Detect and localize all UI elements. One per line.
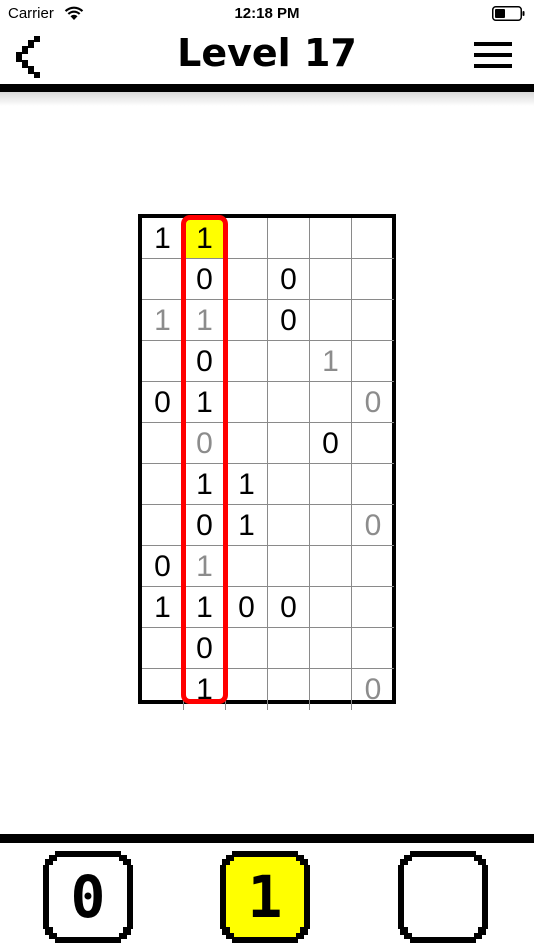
grid-cell-r10-c1[interactable]: 1 xyxy=(142,587,184,628)
grid-cell-r1-c5[interactable] xyxy=(310,218,352,259)
grid-cell-r1-c4[interactable] xyxy=(268,218,310,259)
grid-cell-r8-c1[interactable] xyxy=(142,505,184,546)
grid-cell-r7-c3[interactable]: 1 xyxy=(226,464,268,505)
grid-cell-r8-c6[interactable]: 0 xyxy=(352,505,394,546)
key-label: 0 xyxy=(70,863,106,931)
grid-cell-r9-c6[interactable] xyxy=(352,546,394,587)
status-bar: Carrier 12:18 PM xyxy=(0,0,534,28)
grid-cell-r12-c1[interactable] xyxy=(142,669,184,710)
grid-cell-r12-c4[interactable] xyxy=(268,669,310,710)
back-button[interactable] xyxy=(10,32,50,80)
grid-cell-r3-c2[interactable]: 1 xyxy=(184,300,226,341)
grid-cell-r4-c6[interactable] xyxy=(352,341,394,382)
grid-cell-r10-c2[interactable]: 1 xyxy=(184,587,226,628)
grid-cell-r8-c5[interactable] xyxy=(310,505,352,546)
grid-cell-r4-c3[interactable] xyxy=(226,341,268,382)
grid-cell-r5-c2[interactable]: 1 xyxy=(184,382,226,423)
grid-cell-r8-c2[interactable]: 0 xyxy=(184,505,226,546)
grid-cell-r8-c3[interactable]: 1 xyxy=(226,505,268,546)
grid-cell-r5-c3[interactable] xyxy=(226,382,268,423)
grid-cell-r9-c3[interactable] xyxy=(226,546,268,587)
grid-cell-r3-c6[interactable] xyxy=(352,300,394,341)
grid-cell-r2-c4[interactable]: 0 xyxy=(268,259,310,300)
grid-cell-r9-c5[interactable] xyxy=(310,546,352,587)
grid-cell-r5-c5[interactable] xyxy=(310,382,352,423)
grid-cell-r1-c6[interactable] xyxy=(352,218,394,259)
grid-cell-r10-c4[interactable]: 0 xyxy=(268,587,310,628)
grid-cell-r7-c4[interactable] xyxy=(268,464,310,505)
clock: 12:18 PM xyxy=(234,5,300,22)
grid-cell-r11-c6[interactable] xyxy=(352,628,394,669)
grid-cell-r11-c4[interactable] xyxy=(268,628,310,669)
grid-cell-r11-c1[interactable] xyxy=(142,628,184,669)
grid-cell-r7-c2[interactable]: 1 xyxy=(184,464,226,505)
grid-cell-r3-c3[interactable] xyxy=(226,300,268,341)
grid-cell-r10-c6[interactable] xyxy=(352,587,394,628)
grid-cell-r6-c3[interactable] xyxy=(226,423,268,464)
grid-cell-r3-c4[interactable]: 0 xyxy=(268,300,310,341)
keypad: 01 xyxy=(0,843,534,950)
grid-cell-r4-c5[interactable]: 1 xyxy=(310,341,352,382)
grid-cell-r2-c5[interactable] xyxy=(310,259,352,300)
level-title: Level 17 xyxy=(177,31,357,75)
grid-cell-r6-c4[interactable] xyxy=(268,423,310,464)
grid-cell-r5-c4[interactable] xyxy=(268,382,310,423)
battery-icon xyxy=(492,6,525,21)
grid-cell-r5-c1[interactable]: 0 xyxy=(142,382,184,423)
game-screen: Carrier 12:18 PM Level 17 1 1 0 0 1 1 0 … xyxy=(0,0,534,950)
grid-cell-r9-c1[interactable]: 0 xyxy=(142,546,184,587)
grid-cell-r2-c3[interactable] xyxy=(226,259,268,300)
grid-cell-r1-c2[interactable]: 1 xyxy=(184,218,226,259)
grid-cell-r12-c3[interactable] xyxy=(226,669,268,710)
header-divider xyxy=(0,84,534,92)
grid-cell-r2-c2[interactable]: 0 xyxy=(184,259,226,300)
key-label xyxy=(398,851,488,943)
key-one-button[interactable]: 1 xyxy=(220,851,310,943)
grid-cell-r3-c5[interactable] xyxy=(310,300,352,341)
grid-cell-r9-c2[interactable]: 1 xyxy=(184,546,226,587)
grid-cell-r6-c5[interactable]: 0 xyxy=(310,423,352,464)
grid-cell-r11-c3[interactable] xyxy=(226,628,268,669)
grid-cell-r4-c2[interactable]: 0 xyxy=(184,341,226,382)
grid-cell-r4-c1[interactable] xyxy=(142,341,184,382)
grid-cell-r12-c2[interactable]: 1 xyxy=(184,669,226,710)
grid-cell-r7-c1[interactable] xyxy=(142,464,184,505)
grid-cell-r6-c2[interactable]: 0 xyxy=(184,423,226,464)
header-shadow xyxy=(0,92,534,106)
footer-divider xyxy=(0,834,534,843)
grid-cell-r6-c6[interactable] xyxy=(352,423,394,464)
puzzle-grid: 1100110010100011010011100010 xyxy=(138,214,396,710)
grid-cell-r7-c5[interactable] xyxy=(310,464,352,505)
grid-cell-r1-c3[interactable] xyxy=(226,218,268,259)
hamburger-menu-icon xyxy=(474,42,512,68)
grid-cell-r5-c6[interactable]: 0 xyxy=(352,382,394,423)
key-label: 1 xyxy=(247,863,283,931)
grid-cell-r11-c2[interactable]: 0 xyxy=(184,628,226,669)
menu-button[interactable] xyxy=(474,42,512,70)
grid-cell-r3-c1[interactable]: 1 xyxy=(142,300,184,341)
back-chevron-icon xyxy=(16,36,40,78)
grid-cell-r7-c6[interactable] xyxy=(352,464,394,505)
grid-cell-r4-c4[interactable] xyxy=(268,341,310,382)
grid-cell-r9-c4[interactable] xyxy=(268,546,310,587)
key-blank-button[interactable] xyxy=(398,851,488,943)
grid-cell-r11-c5[interactable] xyxy=(310,628,352,669)
grid-cell-r10-c3[interactable]: 0 xyxy=(226,587,268,628)
grid-cell-r12-c6[interactable]: 0 xyxy=(352,669,394,710)
grid-cell-r2-c6[interactable] xyxy=(352,259,394,300)
grid-cell-r2-c1[interactable] xyxy=(142,259,184,300)
grid-cell-r6-c1[interactable] xyxy=(142,423,184,464)
key-zero-button[interactable]: 0 xyxy=(43,851,133,943)
grid-cell-r8-c4[interactable] xyxy=(268,505,310,546)
grid-cell-r1-c1[interactable]: 1 xyxy=(142,218,184,259)
grid-cell-r12-c5[interactable] xyxy=(310,669,352,710)
grid-cell-r10-c5[interactable] xyxy=(310,587,352,628)
top-bar: Level 17 xyxy=(0,28,534,84)
